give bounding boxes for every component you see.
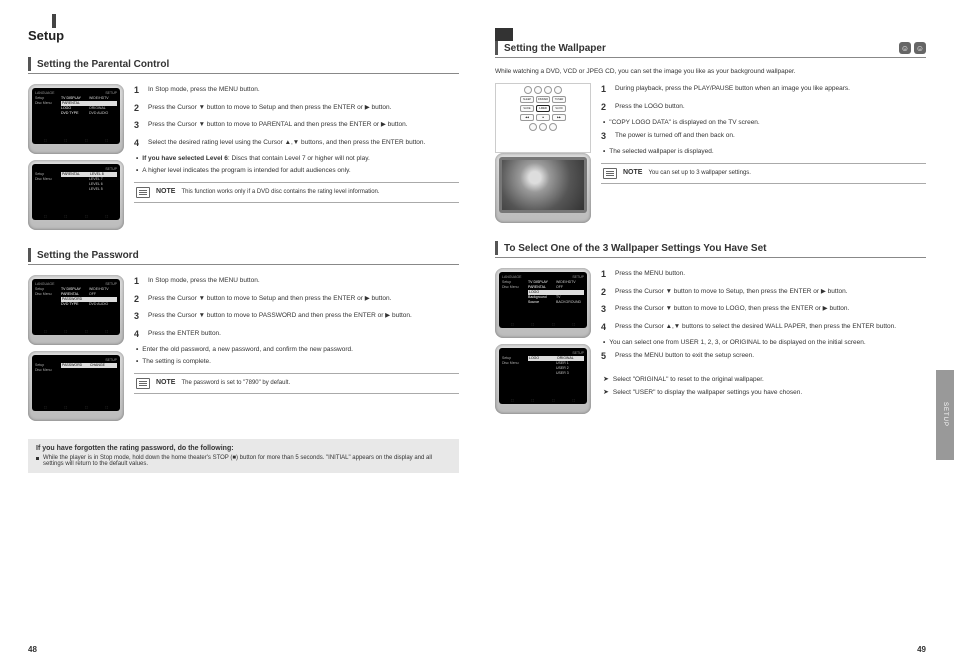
section-select-wallpaper: To Select One of the 3 Wallpaper Setting… xyxy=(495,241,926,258)
chevron-icon: ➤ xyxy=(603,388,609,399)
note-parental: NOTE This function works only if a DVD d… xyxy=(134,182,459,203)
page-number: 48 xyxy=(28,645,37,654)
setup-side-tab: SETUP xyxy=(936,370,954,460)
box-bullet: While the player is in Stop mode, hold d… xyxy=(43,455,451,467)
crop-mark xyxy=(495,28,513,41)
tv-photo-preview xyxy=(495,153,591,223)
page-49: Setting the Wallpaper ☺ ☺ While watching… xyxy=(477,0,954,666)
forgot-password-box: If you have forgotten the rating passwor… xyxy=(28,439,459,473)
main-title: Setup xyxy=(28,28,459,43)
section-wallpaper: Setting the Wallpaper ☺ ☺ xyxy=(495,41,926,58)
remote-control-diagram: SLEEPDIMMERTUNER SLIDELOGOSLOW ◀◀■▶▶ xyxy=(495,83,591,153)
tv-screenshot-4: SETUP SetupPASSWORDCHANGE Disc Menu ⬚⬚⬚⬚ xyxy=(28,351,124,421)
tv-screenshot-3: LANGUAGESETUP SetupTV DISPLAYWIDE/HDTV D… xyxy=(28,275,124,345)
section-accent xyxy=(495,241,498,255)
sample-photo xyxy=(502,160,584,210)
menu-lang: LANGUAGE xyxy=(35,91,54,95)
tv-screenshot-5: LANGUAGESETUP SetupTV DISPLAYWIDE/HDTV D… xyxy=(495,268,591,338)
section-title: Setting the Parental Control xyxy=(37,59,169,70)
step-1: In Stop mode, press the MENU button. xyxy=(148,84,459,95)
steps-wallpaper: 1During playback, press the PLAY/PAUSE b… xyxy=(601,83,926,229)
steps-password: 1In Stop mode, press the MENU button. 2P… xyxy=(134,275,459,427)
step-2: Press the Cursor ▼ button to move to Set… xyxy=(148,102,459,113)
page-48: Setup Setting the Parental Control LANGU… xyxy=(0,0,477,666)
step-3: Press the Cursor ▼ button to move to PAR… xyxy=(148,119,459,130)
section-accent xyxy=(495,41,498,55)
logo-button-highlight: LOGO xyxy=(536,105,550,112)
note-wallpaper: NOTE You can set up to 3 wallpaper setti… xyxy=(601,163,926,184)
box-title: If you have forgotten the rating passwor… xyxy=(36,445,451,452)
jpeg-icon: ☺ xyxy=(899,42,911,54)
section-title: Setting the Wallpaper xyxy=(504,43,606,54)
section-accent xyxy=(28,248,31,262)
note-icon xyxy=(136,378,150,389)
note-password: NOTE The password is set to "7890" by de… xyxy=(134,373,459,394)
menu-dvd: DVD TYPE xyxy=(61,111,89,116)
tv-screenshot-1: LANGUAGESETUP SetupTV DISPLAYWIDE/HDTV D… xyxy=(28,84,124,154)
note-icon xyxy=(136,187,150,198)
wallpaper-intro: While watching a DVD, VCD or JPEG CD, yo… xyxy=(495,68,926,75)
tv-screenshot-2: SETUP SetupPARENTALLEVEL 8 Disc MenuLEVE… xyxy=(28,160,124,230)
tv-screenshot-6: SETUP SetupLOGOORIGINAL Disc MenuUSER 1 … xyxy=(495,344,591,414)
note-icon xyxy=(603,168,617,179)
section-accent xyxy=(28,57,31,71)
section-title: Setting the Password xyxy=(37,250,139,261)
steps-parental: 1In Stop mode, press the MENU button. 2P… xyxy=(134,84,459,236)
page-number: 49 xyxy=(917,645,926,654)
section-parental: Setting the Parental Control xyxy=(28,57,459,74)
section-title: To Select One of the 3 Wallpaper Setting… xyxy=(504,243,766,254)
chevron-icon: ➤ xyxy=(603,375,609,386)
dvd-icon: ☺ xyxy=(914,42,926,54)
section-password: Setting the Password xyxy=(28,248,459,265)
steps-select-wallpaper: 1Press the MENU button. 2Press the Curso… xyxy=(601,268,926,420)
step-4: Select the desired rating level using th… xyxy=(148,137,459,148)
crop-mark xyxy=(52,14,56,28)
